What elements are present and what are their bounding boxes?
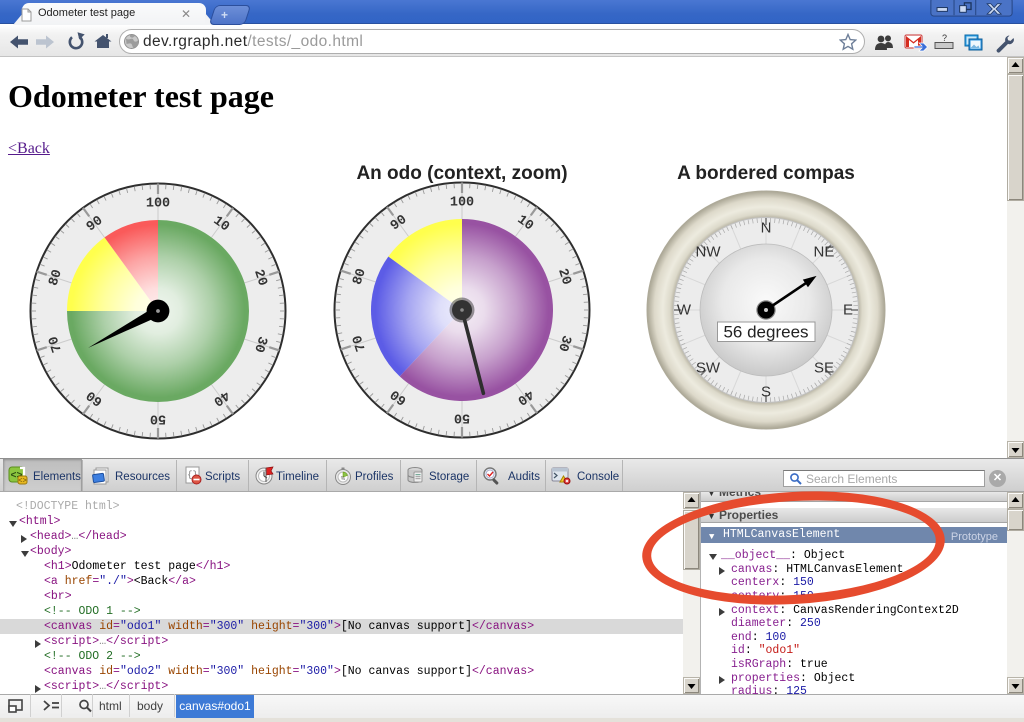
svg-text:50: 50 xyxy=(150,411,166,426)
svg-text:SE: SE xyxy=(814,359,834,376)
svg-text:S: S xyxy=(761,384,771,401)
svg-text:SW: SW xyxy=(696,359,721,376)
svg-text:A bordered compas: A bordered compas xyxy=(677,163,855,184)
svg-text:<>: <> xyxy=(18,478,26,486)
svg-text:E: E xyxy=(843,302,853,319)
svg-text:56 degrees: 56 degrees xyxy=(723,323,808,342)
svg-text:An odo (context, zoom): An odo (context, zoom) xyxy=(356,163,567,184)
svg-text:100: 100 xyxy=(450,196,474,211)
svg-text:W: W xyxy=(677,302,692,319)
svg-text:NE: NE xyxy=(814,244,835,261)
svg-text:?: ? xyxy=(942,33,947,43)
svg-text:100: 100 xyxy=(146,197,170,212)
svg-text:NW: NW xyxy=(696,244,722,261)
svg-text:%: % xyxy=(341,476,346,482)
svg-text:50: 50 xyxy=(454,410,470,425)
svg-text:N: N xyxy=(761,220,772,237)
